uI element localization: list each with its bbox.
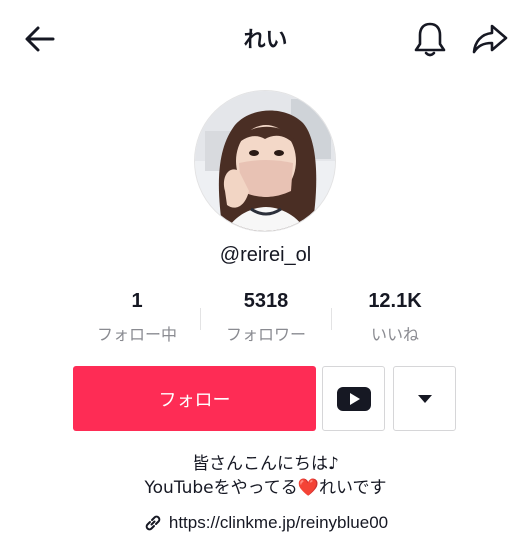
notification-button[interactable] bbox=[412, 20, 448, 60]
bell-icon bbox=[414, 22, 446, 57]
follow-button[interactable]: フォロー bbox=[73, 366, 316, 431]
bio-line-2-start: YouTubeをやってる bbox=[144, 478, 298, 498]
bio-line-2-end: れいです bbox=[318, 478, 387, 498]
youtube-icon bbox=[336, 386, 371, 411]
stat-likes: 12.1K いいね bbox=[325, 290, 465, 345]
profile-link[interactable]: https://clinkme.jp/reinyblue00 bbox=[0, 513, 531, 533]
followers-label: フォロワー bbox=[225, 325, 306, 344]
likes-count: 12.1K bbox=[368, 290, 422, 312]
profile-link-text: https://clinkme.jp/reinyblue00 bbox=[168, 513, 389, 532]
share-button[interactable] bbox=[470, 22, 510, 56]
caret-down-icon bbox=[417, 394, 432, 403]
avatar[interactable] bbox=[194, 90, 336, 232]
stats-row: 1 フォロー中 5318 フォロワー 12.1K いいね bbox=[0, 290, 531, 350]
youtube-button[interactable] bbox=[322, 366, 385, 431]
avatar-photo bbox=[195, 91, 335, 231]
username: @reirei_ol bbox=[219, 244, 312, 266]
share-icon bbox=[472, 24, 508, 54]
more-options-button[interactable] bbox=[393, 366, 456, 431]
bio-line-1: 皆さんこんにちは♪ bbox=[192, 454, 339, 474]
bio-line-2: YouTubeをやってる❤️れいです bbox=[0, 476, 531, 500]
followers-count: 5318 bbox=[243, 290, 289, 312]
stat-following[interactable]: 1 フォロー中 bbox=[67, 290, 207, 345]
following-count: 1 bbox=[131, 290, 143, 312]
heart-emoji: ❤️ bbox=[297, 478, 319, 498]
link-icon bbox=[145, 515, 161, 531]
likes-label: いいね bbox=[370, 325, 419, 344]
stat-followers[interactable]: 5318 フォロワー bbox=[196, 290, 336, 345]
following-label: フォロー中 bbox=[96, 325, 177, 344]
top-bar: れい bbox=[0, 0, 531, 78]
page-title: れい bbox=[243, 28, 288, 53]
bio: 皆さんこんにちは♪ YouTubeをやってる❤️れいです bbox=[0, 452, 531, 500]
